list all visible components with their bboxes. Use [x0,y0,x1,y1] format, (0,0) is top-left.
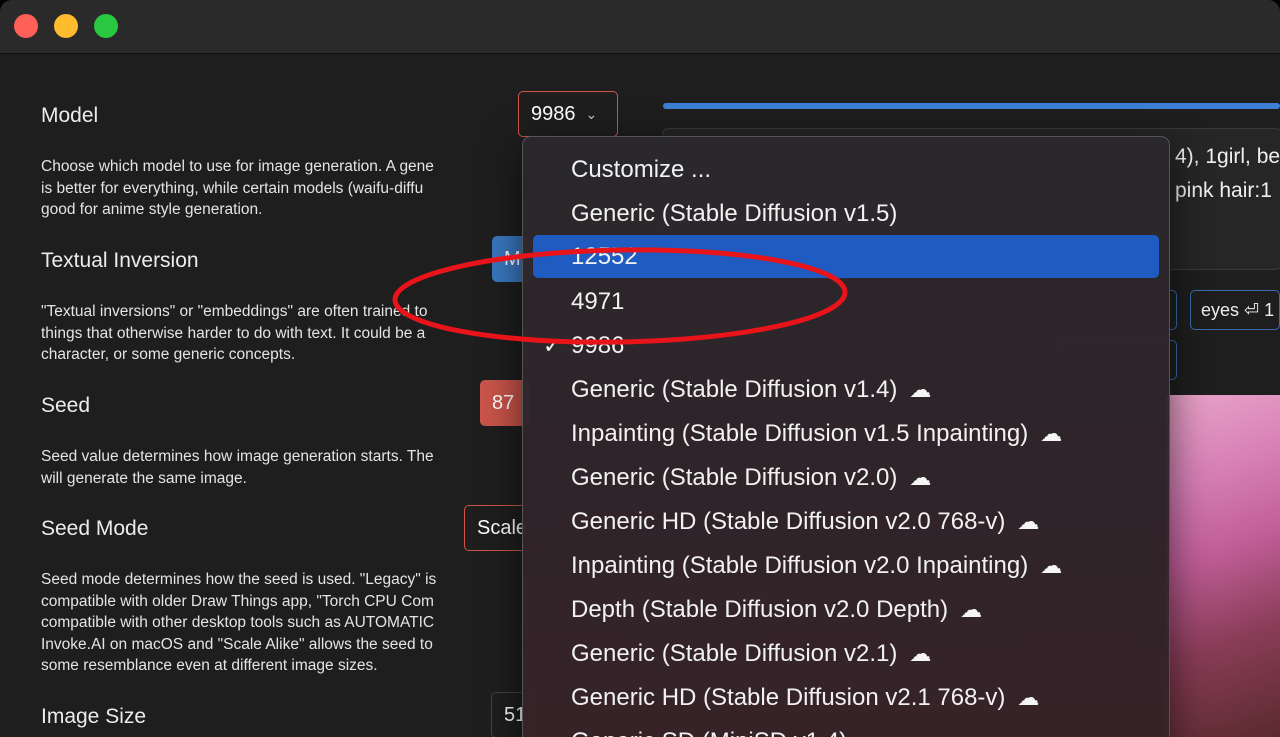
cloud-icon: ☁ [1040,552,1063,578]
menu-item-sd-v2-1-768[interactable]: Generic HD (Stable Diffusion v2.1 768-v)… [533,676,1159,719]
menu-item-label: Inpainting (Stable Diffusion v2.0 Inpain… [571,551,1029,579]
model-dropdown-menu: Customize ... Generic (Stable Diffusion … [522,136,1170,737]
description-line: Seed mode determines how the seed is use… [41,571,437,588]
description-line: "Textual inversions" or "embeddings" are… [41,303,428,320]
menu-item-label: Generic (Stable Diffusion v1.4) [571,375,898,403]
menu-item-label: Generic (Stable Diffusion v2.0) [571,463,898,491]
close-window-button[interactable] [14,14,38,38]
prompt-text-line: 4), 1girl, be [1175,145,1280,168]
model-select[interactable]: 9986 ⌄ [518,91,618,137]
menu-item-inpainting-v1-5[interactable]: Inpainting (Stable Diffusion v1.5 Inpain… [533,412,1159,455]
menu-item-sd-v1-4[interactable]: Generic (Stable Diffusion v1.4) ☁ [533,368,1159,411]
image-size-label: Image Size [41,705,147,728]
cloud-icon: ☁ [859,729,881,737]
model-select-value: 9986 [531,102,576,125]
model-label: Model [41,104,99,127]
description-line: Invoke.AI on macOS and "Scale Alike" all… [41,635,433,653]
prompt-text-line: pink hair:1 [1175,179,1272,202]
seed-description: Seed value determines how image generati… [41,446,526,489]
description-line: compatible with other desktop tools such… [41,614,435,632]
menu-item-label: Generic SD (MiniSD v1.4) [571,728,847,737]
menu-item-label: Depth (Stable Diffusion v2.0 Depth) [571,595,949,623]
description-line: Choose which model to use for image gene… [41,158,434,175]
cloud-icon: ☁ [1017,508,1040,534]
title-bar [0,0,1280,54]
menu-item-inpainting-v2-0[interactable]: Inpainting (Stable Diffusion v2.0 Inpain… [533,544,1159,587]
progress-bar [663,103,1280,109]
description-line: good for anime style generation. [41,201,263,219]
textual-inversion-description: "Textual inversions" or "embeddings" are… [41,301,526,366]
zoom-window-button[interactable] [94,14,118,38]
seed-label: Seed [41,394,91,417]
seed-mode-label: Seed Mode [41,517,149,540]
textual-inversion-label: Textual Inversion [41,249,199,272]
cloud-icon: ☁ [909,376,932,402]
menu-item-label: Customize ... [571,155,712,183]
prompt-tag-chip[interactable]: eyes ⏎ 1 [1190,290,1280,330]
description-line: will generate the same image. [41,469,247,487]
description-line: things that otherwise harder to do with … [41,324,426,342]
menu-item-sd-v2-1[interactable]: Generic (Stable Diffusion v2.1) ☁ [533,632,1159,675]
description-line: character, or some generic concepts. [41,346,296,364]
seed-mode-description: Seed mode determines how the seed is use… [41,569,526,677]
cloud-icon: ☁ [1040,420,1063,446]
menu-item-9986[interactable]: ✓ 9986 [533,324,1159,367]
menu-item-customize[interactable]: Customize ... [533,148,1159,191]
chevron-down-icon: ⌄ [585,105,598,122]
minimize-window-button[interactable] [54,14,78,38]
menu-item-label: 12552 [571,242,638,270]
menu-item-minisd-v1-4[interactable]: Generic SD (MiniSD v1.4) ☁ [533,720,1159,737]
cloud-icon: ☁ [909,464,932,490]
cloud-icon: ☁ [960,596,983,622]
menu-item-depth-v2-0[interactable]: Depth (Stable Diffusion v2.0 Depth) ☁ [533,588,1159,631]
model-description: Choose which model to use for image gene… [41,156,526,221]
menu-item-label: Generic HD (Stable Diffusion v2.1 768-v) [571,683,1006,711]
menu-item-label: Generic (Stable Diffusion v1.5) [571,199,898,227]
menu-item-label: Inpainting (Stable Diffusion v1.5 Inpain… [571,419,1029,447]
description-line: some resemblance even at different image… [41,657,378,675]
menu-item-sd-v2-0[interactable]: Generic (Stable Diffusion v2.0) ☁ [533,456,1159,499]
menu-item-sd-v1-5[interactable]: Generic (Stable Diffusion v1.5) [533,192,1159,235]
menu-item-4971[interactable]: 4971 [533,280,1159,323]
cloud-icon: ☁ [909,640,932,666]
description-line: compatible with older Draw Things app, "… [41,592,434,610]
menu-item-label: 4971 [571,287,625,315]
description-line: Seed value determines how image generati… [41,448,434,465]
menu-item-label: 9986 [571,331,625,359]
app-window: Model 9986 ⌄ Choose which model to use f… [0,0,1280,737]
checkmark-icon: ✓ [543,332,562,358]
generated-image-preview [1166,395,1280,737]
menu-item-label: Generic HD (Stable Diffusion v2.0 768-v) [571,507,1006,535]
menu-item-sd-v2-0-768[interactable]: Generic HD (Stable Diffusion v2.0 768-v)… [533,500,1159,543]
menu-item-12552[interactable]: 12552 [533,235,1159,278]
menu-item-label: Generic (Stable Diffusion v2.1) [571,639,898,667]
description-line: is better for everything, while certain … [41,179,424,197]
cloud-icon: ☁ [1017,684,1040,710]
